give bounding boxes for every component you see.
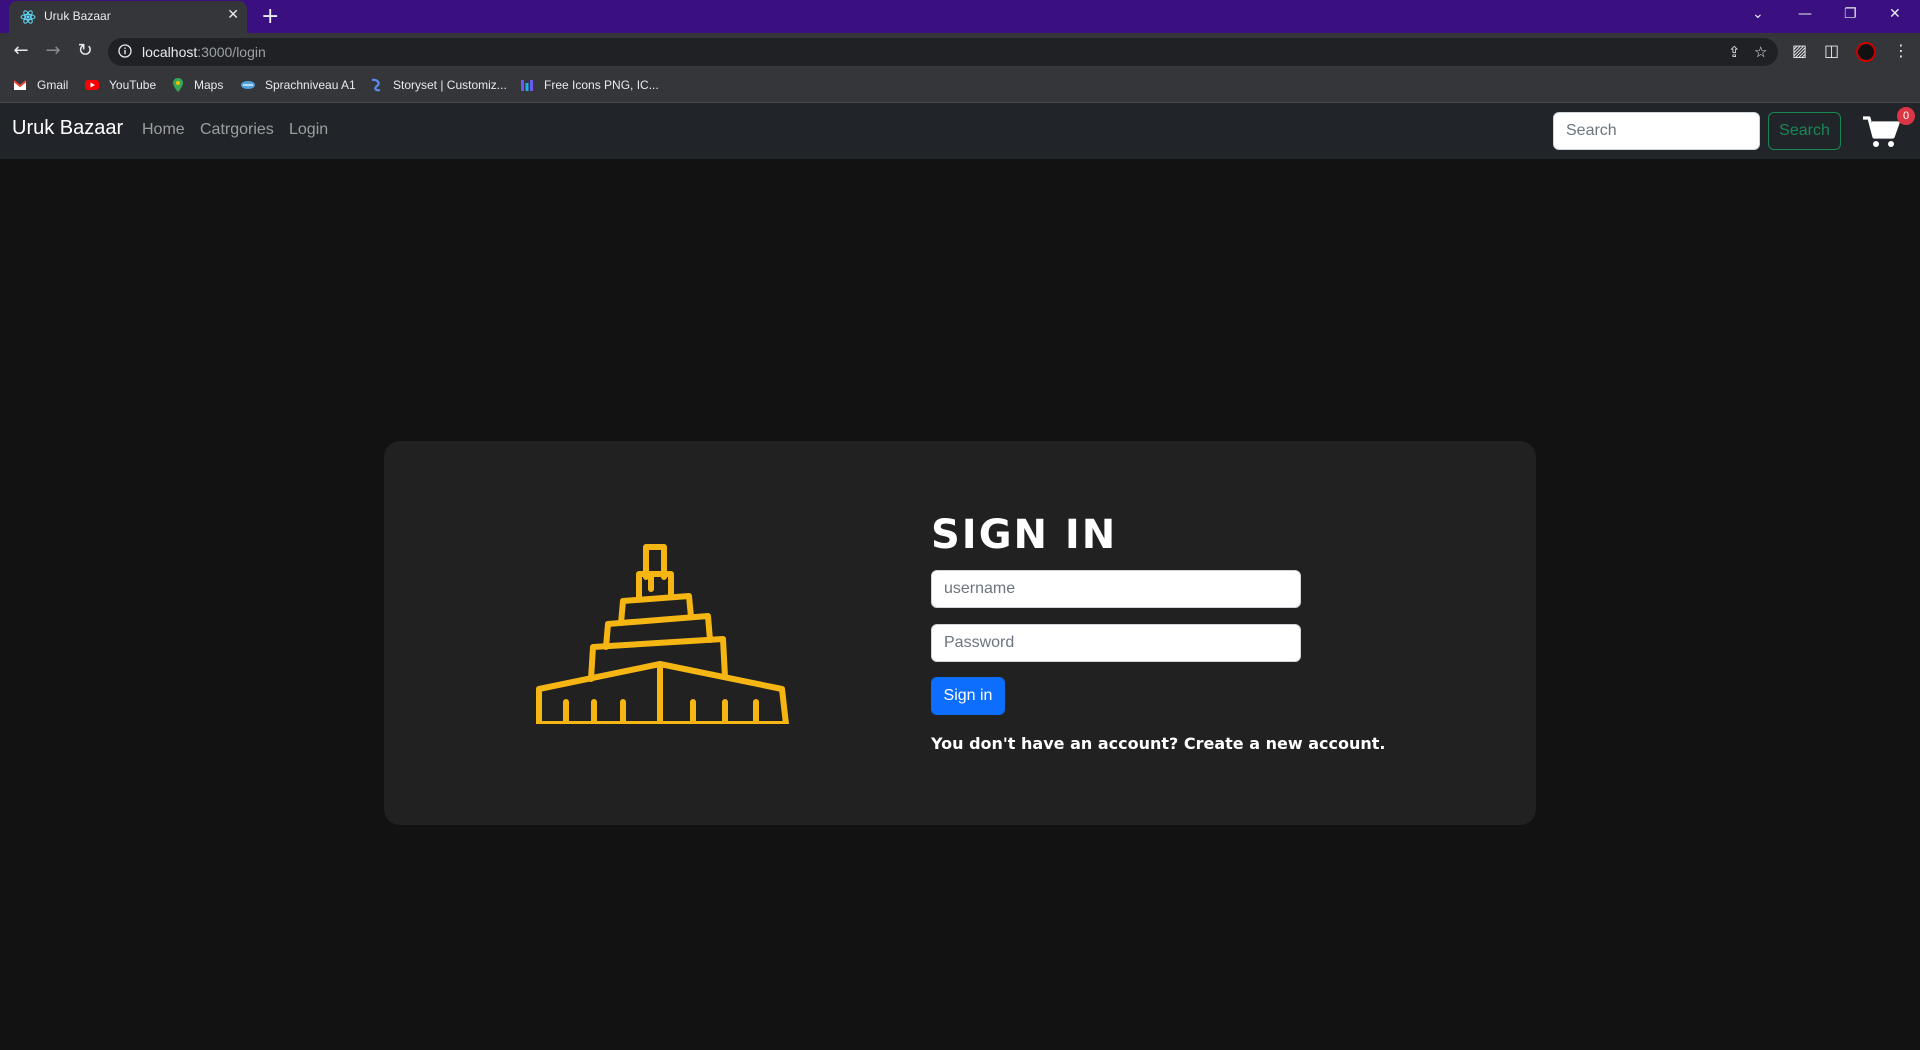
maps-icon	[173, 78, 183, 92]
storyset-icon	[371, 78, 381, 92]
close-tab-icon[interactable]: ✕	[227, 7, 239, 23]
bookmark-sprachniveau[interactable]: Sprachniveau A1	[265, 78, 356, 92]
bookmark-storyset[interactable]: Storyset | Customiz...	[393, 78, 507, 92]
bookmark-maps[interactable]: Maps	[194, 78, 223, 92]
tab-search-icon[interactable]: ⌄	[1752, 6, 1764, 22]
address-bar[interactable]: localhost:3000/login ⇪ ☆	[108, 38, 1778, 66]
search-button[interactable]: Search	[1768, 112, 1841, 150]
brand-link[interactable]: Uruk Bazaar	[12, 117, 123, 140]
account-prompt-text: You don't have an account?	[931, 734, 1179, 753]
bookmark-icon	[241, 81, 255, 89]
create-account-link[interactable]: Create a new account.	[1184, 734, 1386, 753]
tab-title: Uruk Bazaar	[44, 9, 111, 23]
react-icon	[20, 10, 36, 24]
signin-button[interactable]: Sign in	[931, 677, 1005, 715]
nav-link-categories[interactable]: Catrgories	[200, 121, 274, 139]
url-host: localhost	[142, 44, 198, 60]
extensions-icon[interactable]: ▨	[1792, 41, 1807, 60]
forward-icon[interactable]: →	[42, 40, 64, 62]
bookmarks-bar: Gmail YouTube Maps Sprachniveau A1 Story…	[0, 70, 1920, 103]
gmail-icon	[13, 80, 27, 90]
side-panel-icon[interactable]: ◫	[1824, 41, 1839, 60]
nav-link-home[interactable]: Home	[142, 121, 185, 139]
shopping-cart-icon[interactable]	[1862, 115, 1900, 149]
menu-icon[interactable]: ⋮	[1893, 41, 1909, 60]
password-field[interactable]	[931, 624, 1301, 662]
site-navbar: Uruk Bazaar Home Catrgories Login Search…	[0, 103, 1920, 159]
restore-icon[interactable]: ❐	[1844, 6, 1857, 22]
star-icon[interactable]: ☆	[1754, 43, 1767, 61]
url-text: localhost:3000/login	[142, 44, 266, 60]
back-icon[interactable]: ←	[10, 40, 32, 62]
bookmark-freeicons[interactable]: Free Icons PNG, IC...	[544, 78, 659, 92]
profile-avatar[interactable]	[1856, 42, 1876, 62]
url-path: :3000/login	[197, 44, 266, 60]
reload-icon[interactable]: ↻	[74, 40, 96, 62]
browser-toolbar: ← → ↻ localhost:3000/login ⇪ ☆ ▨ ◫ ⋮	[0, 33, 1920, 70]
browser-tabstrip: Uruk Bazaar ✕ + ⌄ — ❐ ✕	[0, 0, 1920, 33]
login-card: SIGN IN Sign in You don't have an accoun…	[384, 441, 1536, 825]
nav-link-login[interactable]: Login	[289, 121, 328, 139]
account-prompt: You don't have an account? Create a new …	[931, 734, 1385, 753]
ziggurat-logo-icon	[536, 544, 789, 724]
freeicons-icon	[521, 80, 533, 91]
close-window-icon[interactable]: ✕	[1889, 6, 1901, 22]
info-icon[interactable]	[118, 44, 132, 58]
search-input[interactable]	[1553, 112, 1760, 150]
youtube-icon	[85, 80, 99, 90]
new-tab-button[interactable]: +	[261, 4, 279, 29]
bookmark-youtube[interactable]: YouTube	[109, 78, 156, 92]
browser-tab[interactable]: Uruk Bazaar ✕	[9, 1, 247, 33]
minimize-icon[interactable]: —	[1798, 6, 1812, 22]
username-field[interactable]	[931, 570, 1301, 608]
bookmark-gmail[interactable]: Gmail	[37, 78, 68, 92]
cart-count-badge: 0	[1897, 107, 1915, 125]
signin-heading: SIGN IN	[931, 512, 1118, 558]
share-icon[interactable]: ⇪	[1728, 43, 1741, 61]
